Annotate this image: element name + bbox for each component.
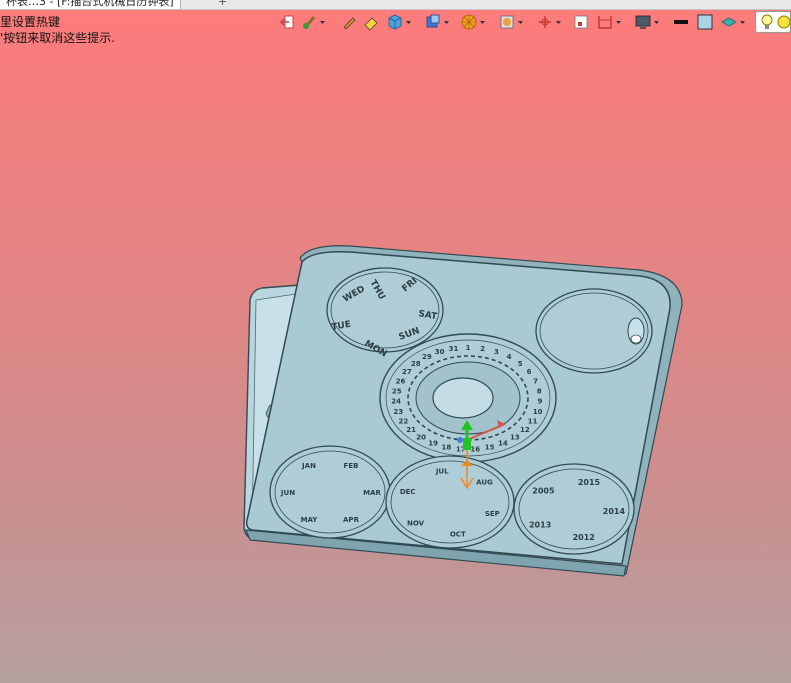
sketch-button[interactable]	[340, 11, 358, 33]
date-label: 20	[416, 434, 426, 442]
date-label: 24	[391, 398, 401, 406]
year-label: 2012	[573, 533, 595, 542]
chevron-down-icon	[616, 21, 621, 24]
date-label: 21	[406, 426, 416, 434]
line-color-icon	[674, 20, 688, 24]
date-label: 16	[470, 446, 480, 454]
chevron-down-icon	[654, 21, 659, 24]
line-color-button[interactable]	[672, 11, 690, 33]
year-label: 2015	[578, 478, 601, 487]
pencil-icon	[343, 17, 356, 30]
date-label: 30	[435, 348, 445, 356]
date-label: 15	[485, 444, 495, 452]
view-triad-button[interactable]	[536, 11, 562, 33]
date-label: 3	[494, 348, 499, 356]
view-cube-icon	[426, 14, 440, 28]
chevron-down-icon	[444, 21, 449, 24]
date-label: 25	[392, 387, 402, 395]
date-label: 12	[520, 426, 530, 434]
section-view-icon	[500, 15, 514, 29]
year-label: 2005	[532, 486, 555, 495]
month-label: JAN	[301, 462, 316, 470]
plane-button[interactable]	[720, 11, 746, 33]
date-label: 31	[449, 345, 459, 353]
date-label: 7	[533, 377, 538, 385]
month-label: NOV	[407, 520, 425, 528]
fill-color-icon	[697, 14, 713, 30]
chevron-down-icon	[556, 21, 561, 24]
scene-button[interactable]	[460, 11, 486, 33]
month-label: DEC	[400, 488, 416, 496]
lights-button[interactable]	[755, 11, 791, 33]
edit-button[interactable]	[362, 11, 380, 33]
date-label: 27	[402, 368, 412, 376]
month-label: JUN	[280, 489, 295, 497]
model-viewport[interactable]: WED TUE MON SUN SAT FRI THU 1 2 3456789101…	[0, 0, 791, 683]
month-label: AUG	[476, 478, 493, 486]
date-label: 6	[527, 368, 532, 376]
plane-icon	[721, 17, 737, 27]
date-label: 18	[442, 444, 452, 452]
blank-dial	[535, 288, 653, 374]
display-style-button[interactable]	[386, 11, 412, 33]
date-label: 1	[466, 344, 471, 352]
month-label: SEP	[485, 510, 500, 518]
month-label: FEB	[344, 462, 359, 470]
triad-icon	[539, 16, 551, 28]
section-view-button[interactable]	[498, 11, 524, 33]
fill-color-button[interactable]	[696, 11, 714, 33]
frame-icon	[574, 15, 588, 29]
date-label: 13	[510, 434, 520, 442]
light-bulb-icon	[777, 15, 791, 29]
measure-icon	[598, 16, 612, 29]
date-label: 4	[507, 353, 512, 361]
date-label: 22	[399, 418, 409, 426]
date-label: 19	[428, 440, 438, 448]
paint-brush-icon	[303, 16, 316, 29]
exit-sketch-icon	[279, 15, 294, 29]
date-label: 10	[533, 408, 543, 416]
cube-icon	[388, 14, 402, 30]
chevron-down-icon	[518, 21, 523, 24]
light-bulb-icon	[761, 14, 773, 29]
year-label: 2013	[529, 520, 551, 529]
eraser-icon	[364, 17, 378, 31]
chevron-down-icon	[480, 21, 485, 24]
date-label: 8	[537, 387, 542, 395]
month-label: JUL	[435, 468, 449, 476]
date-label: 2	[480, 345, 485, 353]
date-label: 23	[393, 408, 403, 416]
date-label: 28	[411, 360, 421, 368]
measure-button[interactable]	[596, 11, 622, 33]
date-label: 5	[518, 360, 523, 368]
month-label: MAR	[363, 489, 381, 497]
date-label: 29	[422, 353, 432, 361]
date-label: 14	[498, 440, 508, 448]
exit-sketch-button[interactable]	[278, 11, 296, 33]
month-label: APR	[343, 516, 360, 524]
month-label: MAY	[301, 516, 319, 524]
year-label: 2014	[603, 507, 626, 516]
render-ball-icon	[461, 14, 477, 30]
chevron-down-icon	[320, 21, 325, 24]
display-button[interactable]	[634, 11, 660, 33]
date-label: 9	[537, 398, 542, 406]
zoom-box-button[interactable]	[572, 11, 590, 33]
chevron-down-icon	[740, 21, 745, 24]
date-label: 26	[396, 377, 406, 385]
date-label: 11	[528, 418, 538, 426]
view-orientation-button[interactable]	[424, 11, 450, 33]
chevron-down-icon	[406, 21, 411, 24]
appearance-button[interactable]	[300, 11, 326, 33]
monitor-icon	[635, 15, 651, 29]
month-label: OCT	[450, 531, 466, 539]
